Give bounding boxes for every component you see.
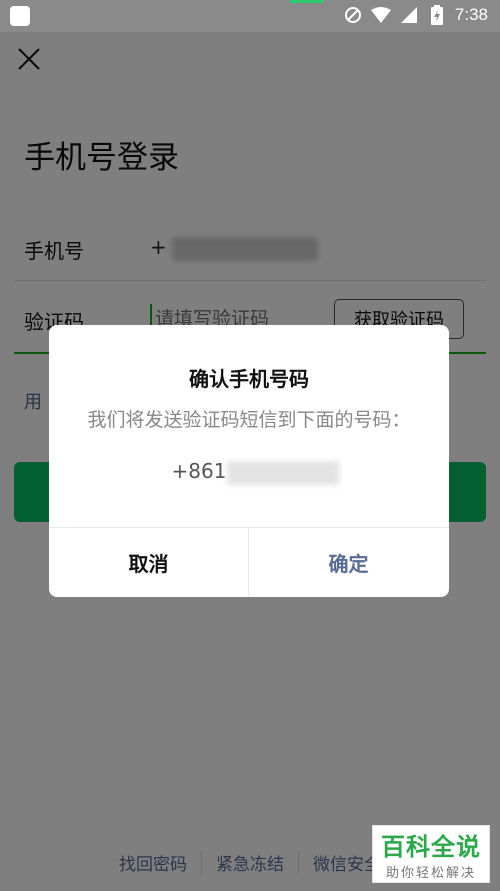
wifi-icon — [370, 5, 391, 25]
watermark-logo: 百科全说 助你轻松解决 — [372, 825, 490, 883]
dialog-blurred-number — [227, 461, 339, 485]
dialog-message: 我们将发送验证码短信到下面的号码： — [87, 409, 411, 431]
status-time: 7:38 — [454, 5, 488, 24]
dialog-title: 确认手机号码 — [189, 367, 309, 391]
cancel-button[interactable]: 取消 — [49, 528, 248, 597]
app-icon — [10, 6, 30, 26]
watermark-main: 百科全说 — [381, 833, 481, 861]
signal-icon — [399, 5, 419, 25]
no-disturb-icon — [343, 5, 363, 25]
watermark-sub: 助你轻松解决 — [385, 866, 476, 881]
status-icons: 7:38 — [343, 5, 488, 25]
status-indicator — [290, 0, 324, 3]
status-bar: 7:38 — [0, 0, 500, 32]
battery-icon — [427, 5, 447, 25]
confirm-button[interactable]: 确定 — [249, 528, 448, 597]
confirm-phone-dialog: 确认手机号码 我们将发送验证码短信到下面的号码： +861 取消 确定 — [49, 325, 449, 597]
dialog-phone-prefix: +861 — [171, 459, 227, 483]
